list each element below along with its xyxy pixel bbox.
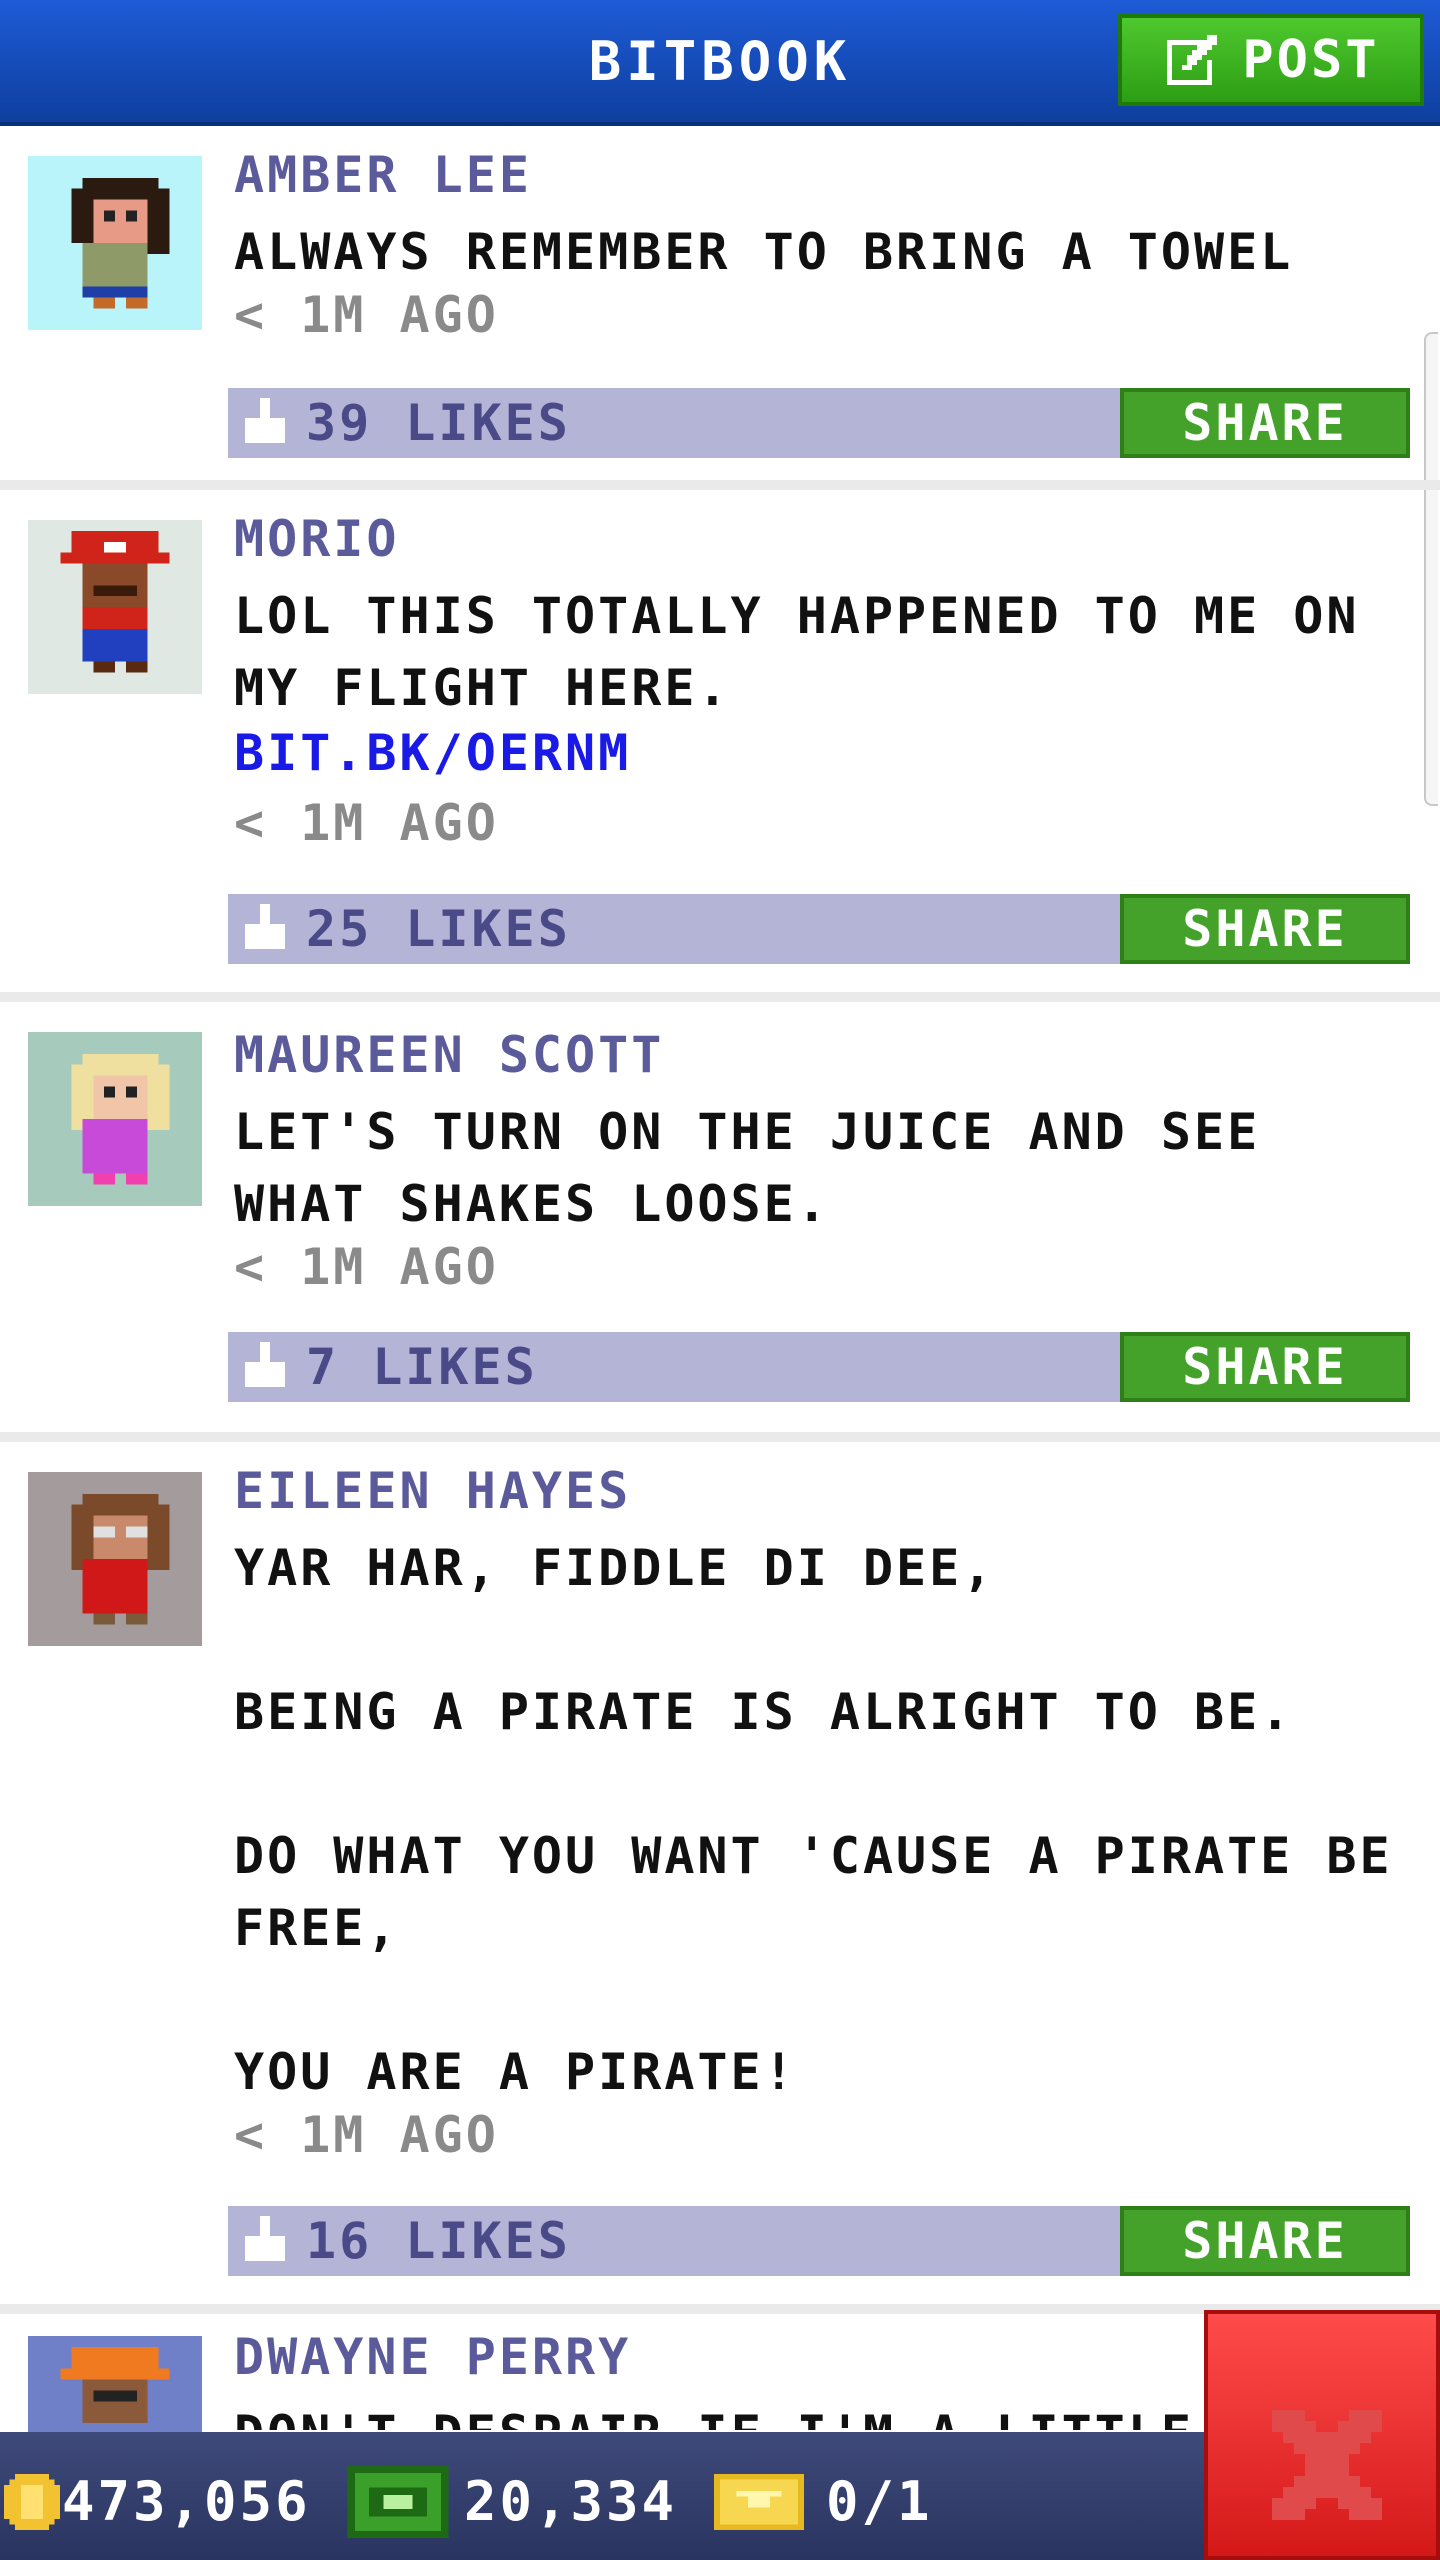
post-time: < 1M AGO	[234, 2106, 499, 2164]
post-label: POST	[1242, 30, 1380, 90]
post-author[interactable]: AMBER LEE	[234, 146, 532, 204]
share-button[interactable]: SHARE	[1120, 894, 1410, 964]
avatar-maureen-scott[interactable]	[28, 1032, 202, 1206]
likes-count: 7 LIKES	[306, 1338, 538, 1396]
likes-bar: 25 LIKES SHARE	[228, 894, 1410, 964]
feed: AMBER LEE ALWAYS REMEMBER TO BRING A TOW…	[0, 126, 1440, 2514]
edit-icon	[1167, 35, 1218, 85]
post-time: < 1M AGO	[234, 794, 499, 852]
post-text: LOL THIS TOTALLY HAPPENED TO ME ON MY FL…	[234, 587, 1393, 717]
share-button[interactable]: SHARE	[1120, 388, 1410, 458]
share-button[interactable]: SHARE	[1120, 1332, 1410, 1402]
top-header: BITBOOK POST	[0, 0, 1440, 126]
post-button[interactable]: POST	[1118, 14, 1424, 106]
post-amber-lee: AMBER LEE ALWAYS REMEMBER TO BRING A TOW…	[0, 126, 1440, 490]
ticket-count: 0/1	[826, 2470, 933, 2533]
avatar-amber-lee[interactable]	[28, 156, 202, 330]
thumbs-up-icon[interactable]	[240, 904, 290, 954]
likes-bar: 7 LIKES SHARE	[228, 1332, 1410, 1402]
post-link[interactable]: BIT.BK/OERNM	[234, 724, 631, 782]
post-author[interactable]: DWAYNE PERRY	[234, 2328, 631, 2386]
share-button[interactable]: SHARE	[1120, 2206, 1410, 2276]
post-text: YAR HAR, FIDDLE DI DEE, BEING A PIRATE I…	[234, 1539, 1393, 2101]
post-time: < 1M AGO	[234, 1238, 499, 1296]
post-text: ALWAYS REMEMBER TO BRING A TOWEL	[234, 223, 1294, 281]
cash-icon[interactable]	[346, 2466, 450, 2538]
post-maureen-scott: MAUREEN SCOTT LET'S TURN ON THE JUICE AN…	[0, 1002, 1440, 1442]
avatar-morio[interactable]	[28, 520, 202, 694]
post-time: < 1M AGO	[234, 286, 499, 344]
post-author[interactable]: MORIO	[234, 510, 400, 568]
close-button[interactable]	[1204, 2310, 1440, 2560]
thumbs-up-icon[interactable]	[240, 398, 290, 448]
likes-count: 16 LIKES	[306, 2212, 571, 2270]
post-morio: MORIO LOL THIS TOTALLY HAPPENED TO ME ON…	[0, 490, 1440, 1002]
post-author[interactable]: MAUREEN SCOTT	[234, 1026, 664, 1084]
post-author[interactable]: EILEEN HAYES	[234, 1462, 631, 1520]
coin-balance: 473,056	[62, 2470, 311, 2533]
ticket-icon[interactable]	[714, 2474, 804, 2530]
likes-bar: 39 LIKES SHARE	[228, 388, 1410, 458]
post-text: LET'S TURN ON THE JUICE AND SEE WHAT SHA…	[234, 1103, 1294, 1233]
likes-count: 25 LIKES	[306, 900, 571, 958]
thumbs-up-icon[interactable]	[240, 1342, 290, 1392]
close-icon	[1272, 2410, 1382, 2520]
cash-balance: 20,334	[464, 2470, 678, 2533]
avatar-eileen-hayes[interactable]	[28, 1472, 202, 1646]
thumbs-up-icon[interactable]	[240, 2216, 290, 2266]
likes-bar: 16 LIKES SHARE	[228, 2206, 1410, 2276]
coin-icon	[4, 2474, 60, 2530]
post-eileen-hayes: EILEEN HAYES YAR HAR, FIDDLE DI DEE, BEI…	[0, 1442, 1440, 2314]
likes-count: 39 LIKES	[306, 394, 571, 452]
